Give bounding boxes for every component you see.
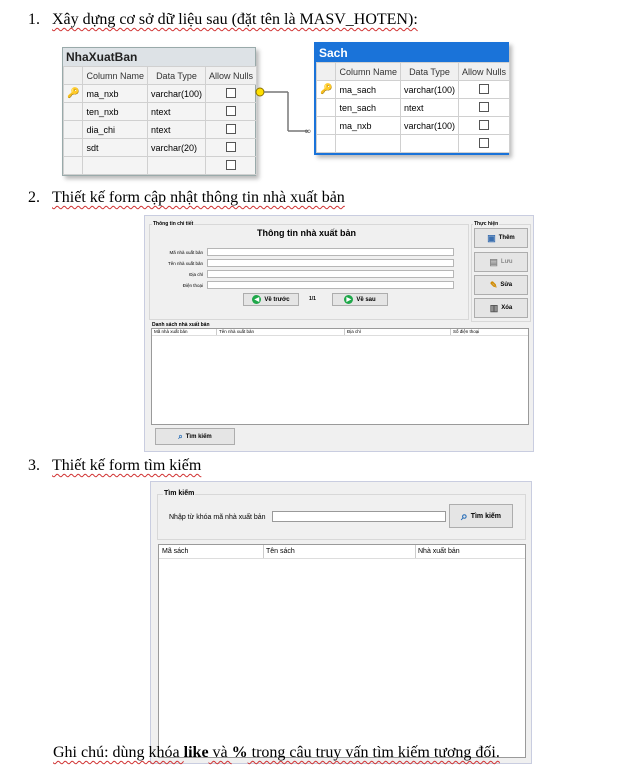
- address-input[interactable]: [207, 270, 454, 278]
- next-button[interactable]: ▶ Về sau: [332, 293, 388, 306]
- col-header: Column Name: [335, 62, 401, 81]
- search-group-title: Tìm kiếm: [163, 490, 196, 497]
- note: Ghi chú: dùng khóa like và % trong câu t…: [53, 744, 500, 761]
- floppy-icon: ▤: [489, 256, 498, 267]
- form-search: Tìm kiếm Nhập từ khóa mã nhà xuất bản ⌕ T…: [150, 481, 532, 764]
- keyword-input[interactable]: [272, 511, 446, 522]
- label-phone: Điện thoại: [182, 283, 203, 288]
- search-button[interactable]: ⌕ Tìm kiếm: [155, 428, 235, 445]
- arrow-left-icon: ◀: [252, 295, 262, 304]
- label-publisher-id: Mã nhà xuất bản: [169, 250, 203, 255]
- table-row: ten_sach ntext: [315, 98, 511, 117]
- arrow-right-icon: ▶: [344, 295, 354, 304]
- keyword-label: Nhập từ khóa mã nhà xuất bản: [169, 514, 266, 521]
- col-header: Mã nhà xuất bản: [154, 329, 188, 334]
- col-header: Data Type: [399, 62, 460, 81]
- col-header: Địa chỉ: [347, 329, 361, 334]
- save-button[interactable]: ▤ Lưu: [474, 252, 528, 272]
- prev-button[interactable]: ◀ Về trước: [243, 293, 299, 306]
- svg-text:∞: ∞: [304, 127, 312, 137]
- search-icon: ⌕: [178, 431, 183, 441]
- phone-input[interactable]: [207, 281, 454, 289]
- publisher-id-input[interactable]: [207, 248, 454, 256]
- publisher-name-input[interactable]: [207, 259, 454, 267]
- search-button[interactable]: ⌕ Tìm kiếm: [449, 504, 513, 528]
- col-header: Mã sách: [162, 548, 189, 555]
- form-update-publisher: Thông tin chi tiết Thông tin nhà xuất bả…: [144, 215, 534, 452]
- table-row: [315, 134, 511, 153]
- col-header: Tên nhà xuất bản: [219, 329, 255, 334]
- page-indicator: 1/1: [309, 296, 316, 302]
- trash-icon: ▥: [489, 302, 499, 313]
- magnifier-icon: ⌕: [460, 508, 468, 523]
- col-header: Tên sách: [266, 548, 295, 555]
- details-group-title: Thông tin chi tiết: [152, 221, 195, 227]
- add-icon: ▣: [487, 232, 496, 243]
- results-grid[interactable]: Mã sách Tên sách Nhà xuất bản: [158, 544, 526, 758]
- pencil-icon: ✎: [489, 279, 498, 290]
- section-3-heading: 3. Thiết kế form tìm kiếm: [28, 457, 202, 474]
- add-button[interactable]: ▣ Thêm: [474, 228, 528, 248]
- table-row: ma_nxb varchar(100): [315, 116, 511, 135]
- delete-button[interactable]: ▥ Xóa: [474, 298, 528, 318]
- edit-button[interactable]: ✎ Sửa: [474, 275, 528, 295]
- form-title: Thông tin nhà xuất bản: [257, 228, 356, 238]
- table-row: 🔑 ma_sach varchar(100): [315, 80, 511, 99]
- allow-nulls-checkbox[interactable]: [479, 101, 490, 112]
- publisher-grid[interactable]: Mã nhà xuất bản Tên nhà xuất bản Địa chỉ…: [151, 328, 529, 425]
- actions-group-title: Thực hiện: [473, 221, 500, 227]
- label-address: Địa chỉ: [189, 272, 203, 277]
- allow-nulls-checkbox[interactable]: [479, 119, 490, 130]
- key-icon: 🔑: [315, 80, 337, 99]
- col-header: Nhà xuất bản: [418, 548, 460, 555]
- table-title: Sach: [319, 46, 348, 60]
- allow-nulls-checkbox[interactable]: [479, 137, 490, 148]
- label-publisher-name: Tên nhà xuất bản: [167, 261, 203, 266]
- col-header: Số điện thoại: [453, 329, 480, 334]
- allow-nulls-checkbox[interactable]: [479, 83, 490, 94]
- table-sach: Sach Column Name Data Type Allow Nulls 🔑…: [314, 42, 511, 155]
- col-header: Allow Nulls: [458, 62, 511, 81]
